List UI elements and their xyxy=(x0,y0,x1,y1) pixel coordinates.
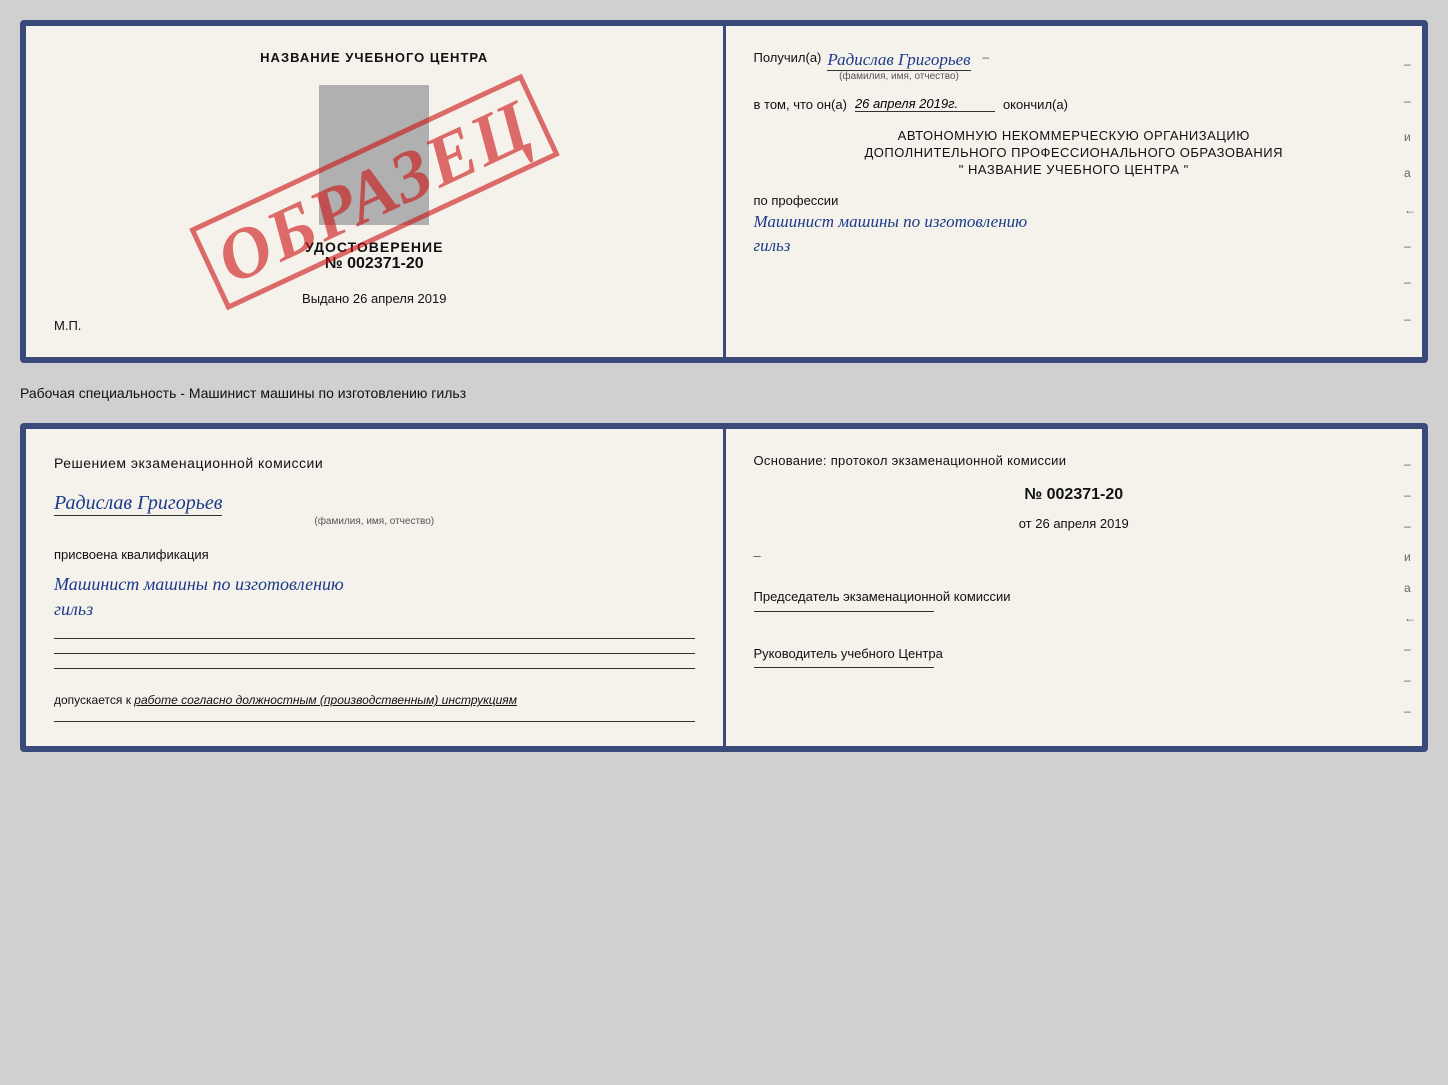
poluchil-label: Получил(а) xyxy=(754,50,822,65)
org-block: АВТОНОМНУЮ НЕКОММЕРЧЕСКУЮ ОРГАНИЗАЦИЮ ДО… xyxy=(754,126,1395,179)
udostoverenie-title: УДОСТОВЕРЕНИЕ xyxy=(305,239,443,255)
bdash2: – xyxy=(1404,488,1416,502)
dash-after-date: – xyxy=(754,548,761,563)
dash2: – xyxy=(1404,94,1416,108)
predsedatel-section: Председатель экзаменационной комиссии xyxy=(754,587,1395,612)
poluchil-row: Получил(а) Радислав Григорьев (фамилия, … xyxy=(754,50,1395,82)
udostoverenie-block: УДОСТОВЕРЕНИЕ № 002371-20 xyxy=(305,239,443,273)
mp-label: М.П. xyxy=(54,318,81,333)
professiya-label: по профессии xyxy=(754,193,1395,208)
ot-label: от xyxy=(1019,516,1032,531)
ot-date-val: 26 апреля 2019 xyxy=(1035,516,1129,531)
dash6: – xyxy=(1404,239,1416,253)
ot-date-row: от 26 апреля 2019 xyxy=(754,516,1395,531)
vtom-label: в том, что он(а) xyxy=(754,97,847,112)
udostoverenie-num: № 002371-20 xyxy=(305,255,443,273)
bottom-fio-sub: (фамилия, имя, отчество) xyxy=(54,516,695,527)
okonchil-label: окончил(а) xyxy=(1003,97,1068,112)
bdash4: и xyxy=(1404,550,1416,564)
org-name: " НАЗВАНИЕ УЧЕБНОГО ЦЕНТРА " xyxy=(754,162,1395,177)
org-line1: АВТОНОМНУЮ НЕКОММЕРЧЕСКУЮ ОРГАНИЗАЦИЮ xyxy=(754,128,1395,143)
page-wrapper: НАЗВАНИЕ УЧЕБНОГО ЦЕНТРА УДОСТОВЕРЕНИЕ №… xyxy=(20,20,1428,752)
vtom-date: 26 апреля 2019г. xyxy=(855,96,995,112)
dash3: и xyxy=(1404,130,1416,144)
dopuskaetsya-line: допускается к работе согласно должностны… xyxy=(54,693,695,707)
dopuskaetsya-label: допускается к xyxy=(54,693,131,707)
bottom-person-block: Радислав Григорьев (фамилия, имя, отчест… xyxy=(54,492,695,527)
dopuskaetsya-text: работе согласно должностным (производств… xyxy=(134,693,517,707)
dash-after-name: – xyxy=(983,50,990,64)
dash7: – xyxy=(1404,275,1416,289)
predsedatel-label: Председатель экзаменационной комиссии xyxy=(754,587,1395,607)
bottom-doc-left: Решением экзаменационной комиссии Радисл… xyxy=(26,429,726,746)
top-left-center-title: НАЗВАНИЕ УЧЕБНОГО ЦЕНТРА xyxy=(260,50,488,65)
rukovoditel-line xyxy=(754,667,934,668)
protocol-num: № 002371-20 xyxy=(754,486,1395,504)
bdash6: ← xyxy=(1404,611,1416,625)
dash-line-after-date: – xyxy=(754,547,1395,565)
prisvoena-label: присвоена квалификация xyxy=(54,547,695,562)
kvalifikaciya-name: Машинист машины по изготовлению гильз xyxy=(54,572,695,622)
bdash7: – xyxy=(1404,642,1416,656)
line3 xyxy=(54,668,695,669)
bottom-lines xyxy=(54,632,695,669)
resheniem-title: Решением экзаменационной комиссии xyxy=(54,453,695,474)
line-dopusk xyxy=(54,721,695,722)
vydano-line: Выдано 26 апреля 2019 xyxy=(302,291,446,306)
bdash9: – xyxy=(1404,704,1416,718)
rukovoditel-label: Руководитель учебного Центра xyxy=(754,644,1395,664)
dash5: ← xyxy=(1404,203,1416,217)
dash1: – xyxy=(1404,57,1416,71)
right-side-dashes: – – и а ← – – – xyxy=(1404,26,1416,357)
vydano-label: Выдано xyxy=(302,291,349,306)
poluchil-name-block: Радислав Григорьев (фамилия, имя, отчест… xyxy=(827,50,970,82)
rukovoditel-section: Руководитель учебного Центра xyxy=(754,644,1395,669)
dash4: а xyxy=(1404,166,1416,180)
professiya-block: по профессии Машинист машины по изготовл… xyxy=(754,193,1395,258)
vydano-date: 26 апреля 2019 xyxy=(353,291,447,306)
vtom-row: в том, что он(а) 26 апреля 2019г. окончи… xyxy=(754,96,1395,112)
professiya-name: Машинист машины по изготовлению гильз xyxy=(754,210,1395,258)
predsedatel-line xyxy=(754,611,934,612)
top-document: НАЗВАНИЕ УЧЕБНОГО ЦЕНТРА УДОСТОВЕРЕНИЕ №… xyxy=(20,20,1428,363)
top-doc-right: Получил(а) Радислав Григорьев (фамилия, … xyxy=(726,26,1423,357)
caption-line: Рабочая специальность - Машинист машины … xyxy=(20,381,1428,405)
bottom-document: Решением экзаменационной комиссии Радисл… xyxy=(20,423,1428,752)
bdash5: а xyxy=(1404,581,1416,595)
line2 xyxy=(54,653,695,654)
bdash3: – xyxy=(1404,519,1416,533)
dash8: – xyxy=(1404,312,1416,326)
poluchil-name: Радислав Григорьев xyxy=(827,50,970,71)
line1 xyxy=(54,638,695,639)
bottom-person-name: Радислав Григорьев xyxy=(54,492,222,516)
top-doc-left: НАЗВАНИЕ УЧЕБНОГО ЦЕНТРА УДОСТОВЕРЕНИЕ №… xyxy=(26,26,726,357)
poluchil-fio-sub: (фамилия, имя, отчество) xyxy=(827,71,970,82)
bdash8: – xyxy=(1404,673,1416,687)
osnov-title: Основание: протокол экзаменационной коми… xyxy=(754,453,1395,468)
bottom-doc-right: Основание: протокол экзаменационной коми… xyxy=(726,429,1423,746)
bottom-right-dashes: – – – и а ← – – – xyxy=(1404,429,1416,746)
org-line2: ДОПОЛНИТЕЛЬНОГО ПРОФЕССИОНАЛЬНОГО ОБРАЗО… xyxy=(754,145,1395,160)
photo-placeholder xyxy=(319,85,429,225)
bdash1: – xyxy=(1404,457,1416,471)
